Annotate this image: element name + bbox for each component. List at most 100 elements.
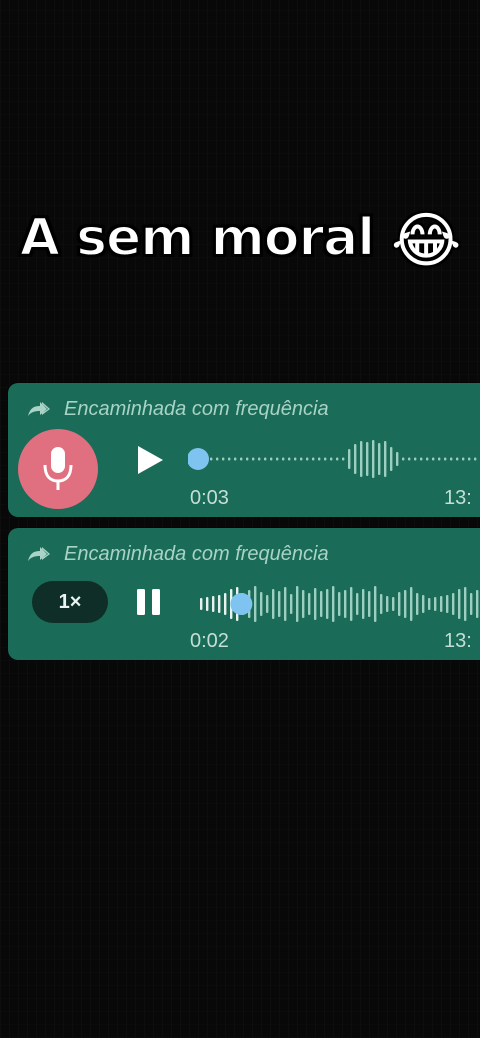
video-caption: A sem moral 😂 (0, 196, 480, 283)
waveform-bar (314, 588, 317, 620)
waveform-bar (284, 587, 287, 621)
waveform-bar (300, 457, 303, 461)
waveform-bar (452, 593, 455, 615)
forward-arrows-icon (28, 402, 50, 416)
waveform-bar (378, 443, 381, 475)
waveform-bar (266, 595, 269, 613)
waveform-bar (432, 457, 435, 461)
waveform-bar (320, 591, 323, 617)
waveform-bar (398, 592, 401, 616)
waveform-bar (404, 590, 407, 618)
waveform-bar (212, 596, 215, 612)
forwarded-header: Encaminhada com frequência (26, 542, 329, 566)
waveform-bar (318, 457, 321, 461)
mic-avatar (18, 429, 98, 509)
waveform-bar (392, 597, 395, 611)
waveform-bar (434, 597, 437, 611)
audio-duration: 0:02 (190, 630, 229, 652)
forwarded-label: Encaminhada com frequência (64, 542, 329, 565)
waveform-bar (276, 457, 279, 461)
waveform-bar (224, 593, 227, 615)
forward-arrows-icon (28, 547, 50, 561)
waveform-bar (326, 589, 329, 619)
waveform-bar (426, 457, 429, 461)
waveform-bar (366, 442, 369, 476)
waveform-bar (228, 457, 231, 461)
waveform-bar (468, 457, 471, 461)
waveform-bar (386, 596, 389, 612)
waveform-bar (374, 586, 377, 622)
waveform-bar (342, 457, 345, 461)
audio-waveform[interactable] (188, 433, 480, 485)
pause-button[interactable] (132, 585, 166, 619)
waveform-bar (216, 457, 219, 461)
waveform-bar (254, 586, 257, 622)
audio-duration: 0:03 (190, 487, 229, 509)
waveform-bar (384, 441, 387, 477)
waveform-bar (252, 457, 255, 461)
waveform-bar (312, 457, 315, 461)
waveform-bar (356, 593, 359, 615)
waveform-bar (306, 457, 309, 461)
waveform-bar (408, 457, 411, 461)
waveform-bar (456, 457, 459, 461)
message-timestamp: 13: (444, 630, 472, 652)
waveform-bar (390, 447, 393, 471)
waveform-bar (210, 457, 213, 461)
waveform-bar (338, 592, 341, 616)
waveform-bar (420, 457, 423, 461)
waveform-bar (362, 589, 365, 619)
waveform-bar (222, 457, 225, 461)
waveform-bar (234, 457, 237, 461)
waveform-bar (476, 590, 479, 618)
waveform-bar (260, 592, 263, 616)
voice-message-bubble[interactable]: Encaminhada com frequência 0:03 13: (8, 383, 480, 517)
playback-progress-dot (188, 448, 209, 470)
waveform-bar (470, 593, 473, 615)
waveform-bar (438, 457, 441, 461)
waveform-bar (282, 457, 285, 461)
waveform-bar (330, 457, 333, 461)
waveform-bar (264, 457, 267, 461)
waveform-bar (462, 457, 465, 461)
waveform-bar (246, 457, 249, 461)
waveform-bar (368, 591, 371, 617)
waveform-bar (288, 457, 291, 461)
waveform-bar (372, 440, 375, 478)
waveform-bar (428, 598, 431, 610)
waveform-bar (464, 587, 467, 621)
waveform-bar (360, 441, 363, 477)
forwarded-label: Encaminhada com frequência (64, 397, 329, 420)
playback-speed-button[interactable]: 1× (32, 581, 108, 623)
waveform-bar (444, 457, 447, 461)
waveform-bar (332, 586, 335, 622)
waveform-bar (414, 457, 417, 461)
waveform-bar (206, 597, 209, 611)
waveform-bar (200, 598, 203, 610)
waveform-bar (344, 590, 347, 618)
waveform-bar (458, 589, 461, 619)
waveform-bar (240, 457, 243, 461)
waveform-bar (308, 593, 311, 615)
waveform-bar (218, 595, 221, 613)
waveform-bar (410, 587, 413, 621)
play-button[interactable] (132, 443, 166, 477)
playback-progress-dot (230, 593, 253, 615)
caption-text: A sem moral (19, 207, 376, 269)
waveform-bar (296, 586, 299, 622)
waveform-bar (278, 591, 281, 617)
waveform-bar (396, 452, 399, 466)
audio-waveform[interactable] (196, 578, 480, 630)
waveform-bar (348, 449, 351, 469)
waveform-bar (258, 457, 261, 461)
voice-message-bubble[interactable]: Encaminhada com frequência 1× 0:02 13: (8, 528, 480, 660)
background (0, 0, 480, 1038)
waveform-bar (270, 457, 273, 461)
waveform-bar (416, 593, 419, 615)
microphone-icon (43, 447, 73, 490)
waveform-bar (324, 457, 327, 461)
waveform-bar (272, 589, 275, 619)
waveform-bar (440, 596, 443, 612)
waveform-bar (380, 594, 383, 614)
waveform-bar (336, 457, 339, 461)
